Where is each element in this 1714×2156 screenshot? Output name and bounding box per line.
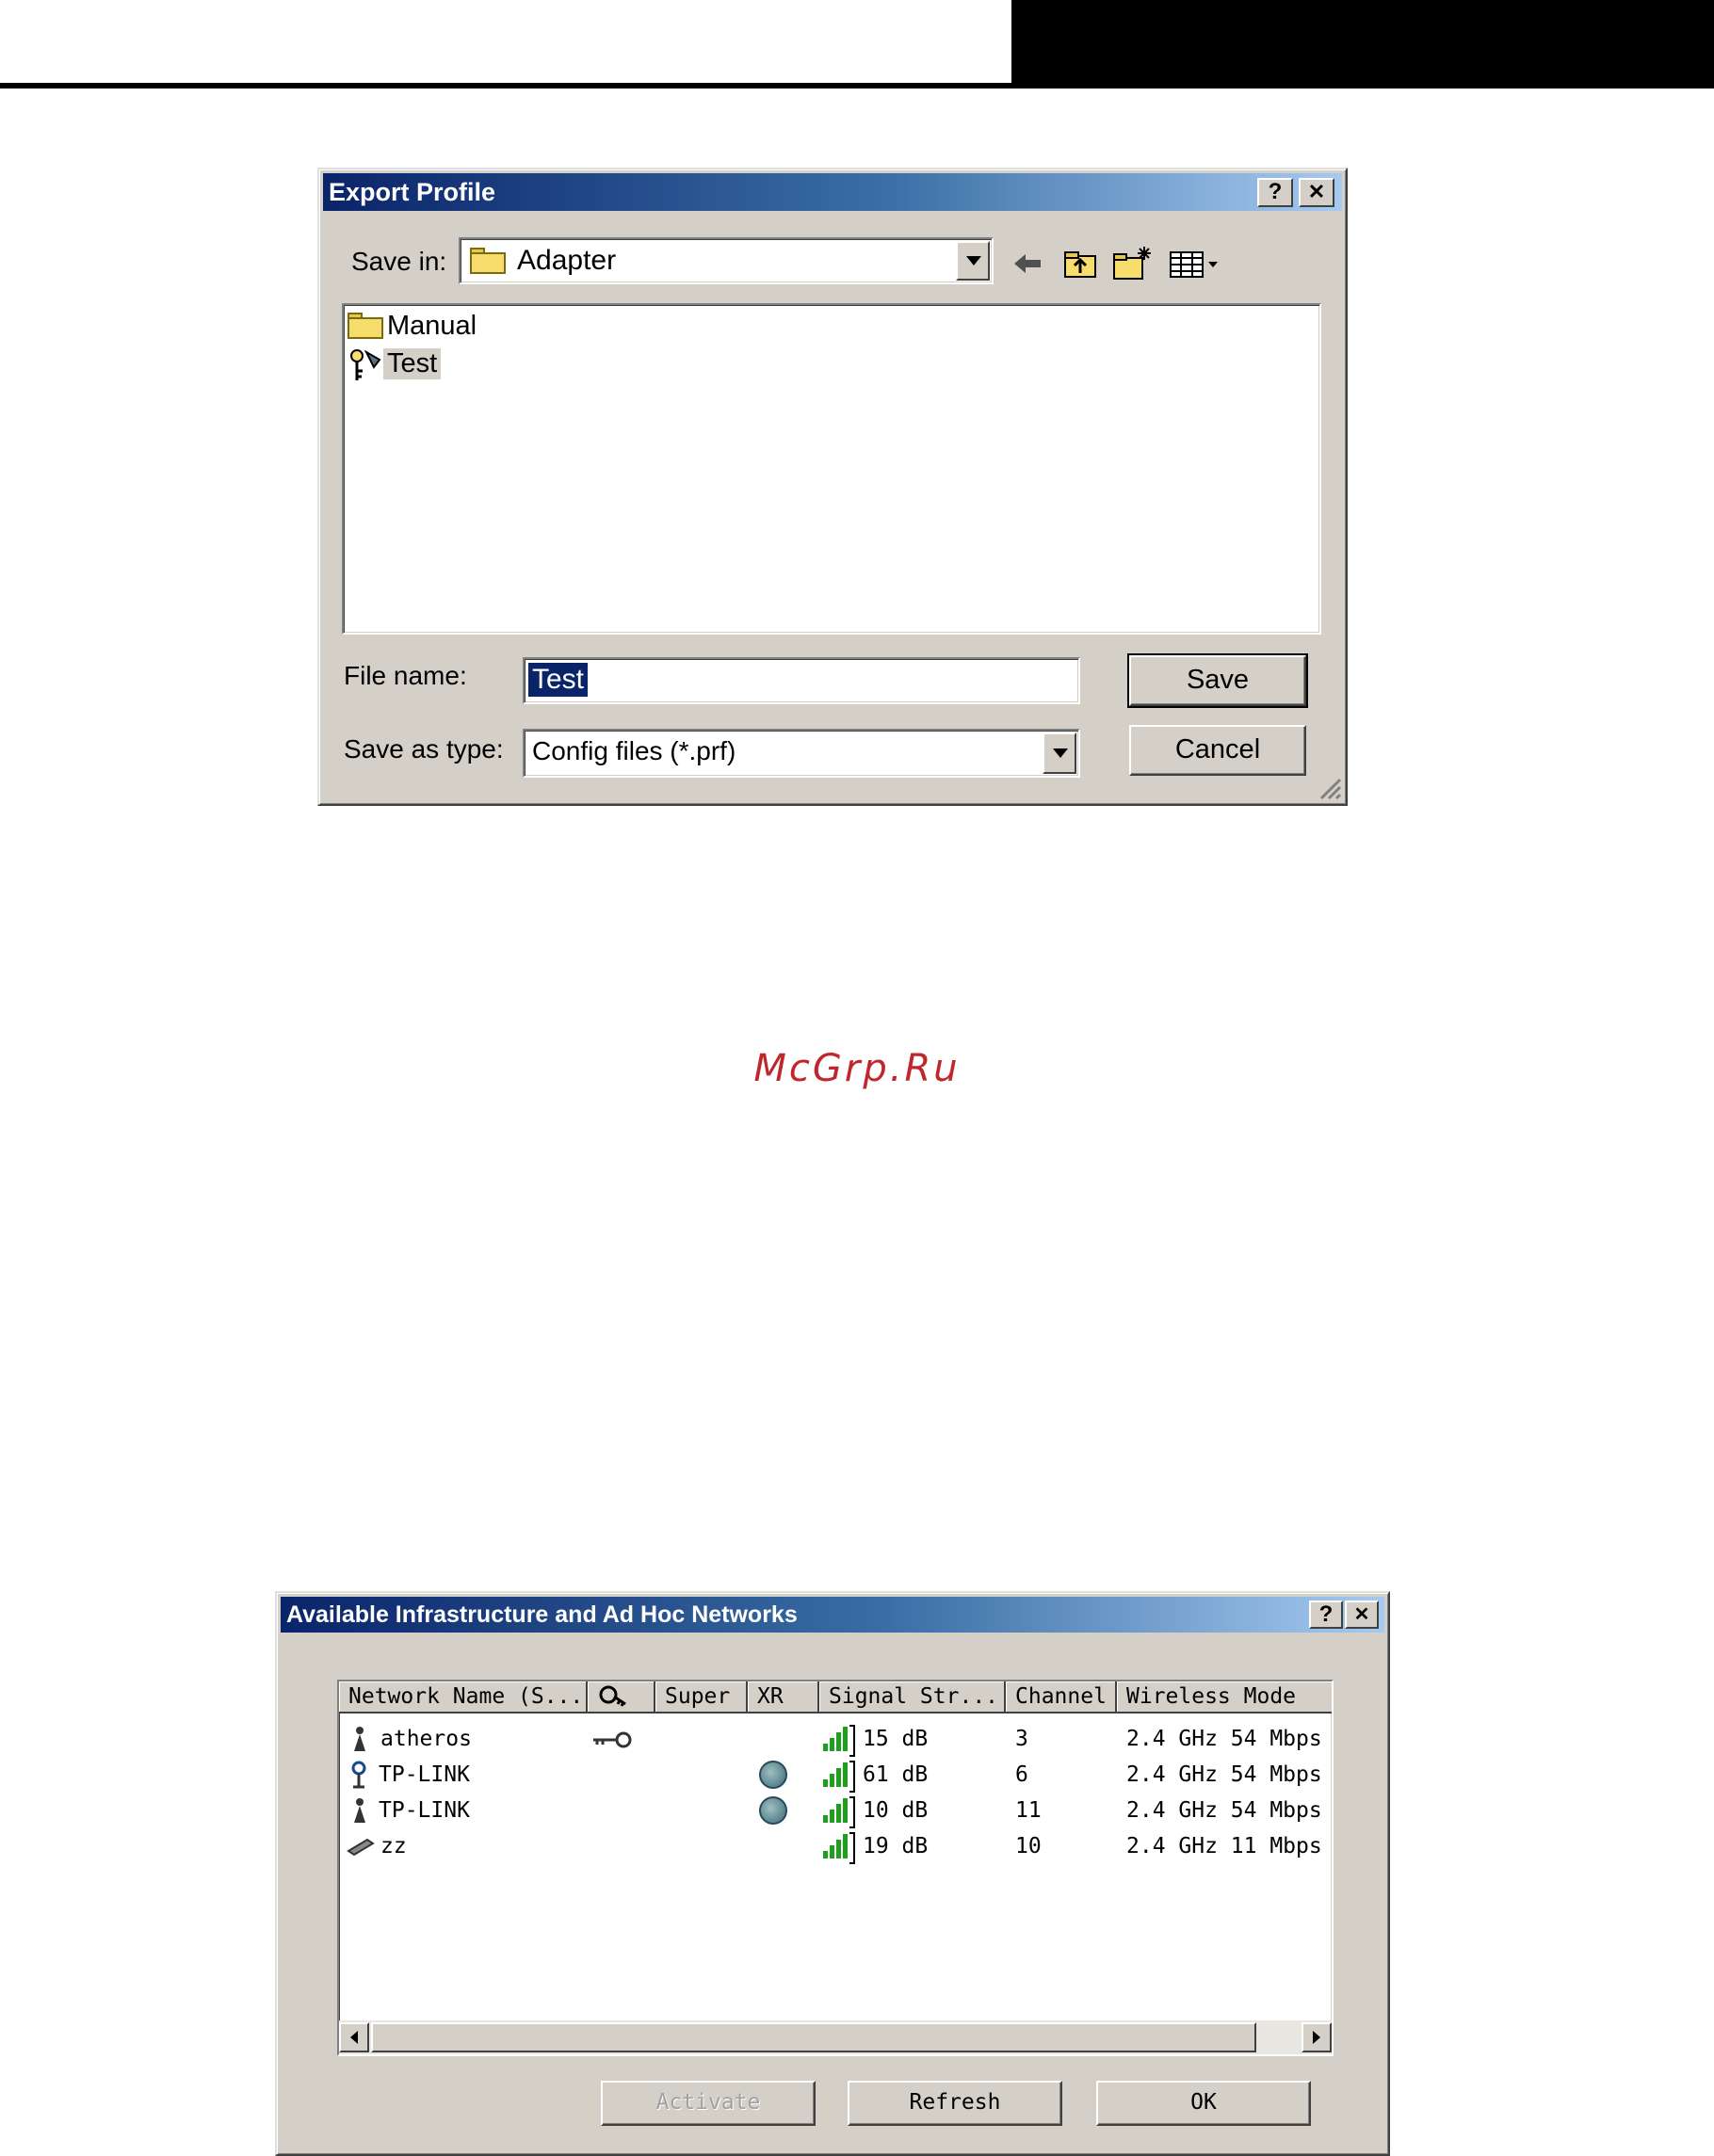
column-channel[interactable]: Channel <box>1006 1681 1117 1714</box>
xr-icon <box>759 1761 787 1789</box>
signal-bars-icon <box>821 1832 855 1864</box>
save-in-dropdown[interactable]: Adapter <box>459 237 994 284</box>
file-name-input[interactable]: Test <box>523 657 1080 704</box>
dialog-title: Export Profile <box>329 178 496 206</box>
table-row[interactable]: TP-LINK 10 dB 11 2.4 GHz 54 Mbps <box>339 1794 1332 1828</box>
file-item-manual[interactable]: Manual <box>387 311 477 342</box>
activate-button[interactable]: Activate <box>601 2081 816 2126</box>
save-in-value: Adapter <box>517 245 617 276</box>
title-bar: Export Profile ? ✕ <box>323 173 1342 211</box>
network-list[interactable]: Network Name (S... Super XR Signal Str..… <box>337 1680 1334 2056</box>
access-point-icon <box>350 1725 369 1753</box>
header-black-block <box>1011 0 1714 88</box>
xr-icon <box>759 1796 787 1825</box>
connected-ap-icon <box>348 1761 369 1789</box>
signal-bars-icon <box>821 1761 855 1793</box>
chevron-down-icon[interactable] <box>1043 732 1076 774</box>
header-rule <box>0 83 1714 88</box>
new-folder-icon[interactable] <box>1112 245 1154 282</box>
save-as-type-value: Config files (*.prf) <box>532 736 736 765</box>
security-column-icon <box>597 1685 629 1712</box>
signal-bars-icon <box>821 1796 855 1828</box>
column-network-name[interactable]: Network Name (S... <box>339 1681 588 1714</box>
save-button[interactable]: Save <box>1127 653 1308 708</box>
file-name-value: Test <box>528 663 589 697</box>
profile-file-icon <box>348 348 383 384</box>
refresh-button[interactable]: Refresh <box>848 2081 1062 2126</box>
dialog-title: Available Infrastructure and Ad Hoc Netw… <box>286 1601 798 1628</box>
column-super[interactable]: Super <box>655 1681 748 1714</box>
help-button[interactable]: ? <box>1257 178 1293 207</box>
ok-button[interactable]: OK <box>1096 2081 1311 2126</box>
close-button[interactable]: ✕ <box>1345 1601 1379 1629</box>
folder-icon <box>470 248 506 274</box>
cancel-button[interactable]: Cancel <box>1129 725 1306 776</box>
table-row[interactable]: zz 19 dB 10 2.4 GHz 11 Mbps <box>339 1830 1332 1864</box>
table-row[interactable]: TP-LINK 61 dB 6 2.4 GHz 54 Mbps <box>339 1759 1332 1793</box>
close-button[interactable]: ✕ <box>1299 178 1334 207</box>
resize-grip[interactable] <box>1318 776 1342 800</box>
watermark: McGrp.Ru <box>753 1047 961 1090</box>
access-point-icon <box>350 1796 369 1825</box>
horizontal-scrollbar[interactable] <box>339 2020 1332 2054</box>
scroll-right-button[interactable] <box>1302 2022 1332 2052</box>
available-networks-dialog: Available Infrastructure and Ad Hoc Netw… <box>275 1591 1390 2156</box>
file-list[interactable]: Manual Test <box>342 303 1321 635</box>
save-as-type-label: Save as type: <box>344 734 504 764</box>
column-wireless-mode[interactable]: Wireless Mode <box>1117 1681 1332 1714</box>
file-name-label: File name: <box>344 661 467 690</box>
adhoc-icon <box>347 1836 375 1858</box>
help-button[interactable]: ? <box>1309 1601 1343 1629</box>
export-profile-dialog: Export Profile ? ✕ Save in: Adapter Manu… <box>317 168 1348 806</box>
view-menu-icon[interactable] <box>1167 245 1223 282</box>
save-in-label: Save in: <box>351 247 447 276</box>
title-bar: Available Infrastructure and Ad Hoc Netw… <box>281 1597 1384 1633</box>
back-arrow-icon[interactable] <box>1007 245 1048 282</box>
folder-icon <box>348 313 383 339</box>
file-item-test[interactable]: Test <box>383 348 442 379</box>
scroll-thumb[interactable] <box>371 2022 1256 2052</box>
scroll-left-button[interactable] <box>339 2022 369 2052</box>
column-security[interactable] <box>588 1681 655 1714</box>
key-icon <box>591 1730 633 1749</box>
column-xr[interactable]: XR <box>748 1681 819 1714</box>
signal-bars-icon <box>821 1725 855 1757</box>
table-row[interactable]: atheros 15 dB 3 2.4 GHz 54 Mbps <box>339 1723 1332 1757</box>
up-folder-icon[interactable] <box>1059 245 1101 282</box>
chevron-down-icon[interactable] <box>956 241 990 281</box>
column-signal-strength[interactable]: Signal Str... <box>819 1681 1006 1714</box>
save-as-type-dropdown[interactable]: Config files (*.prf) <box>523 729 1080 778</box>
